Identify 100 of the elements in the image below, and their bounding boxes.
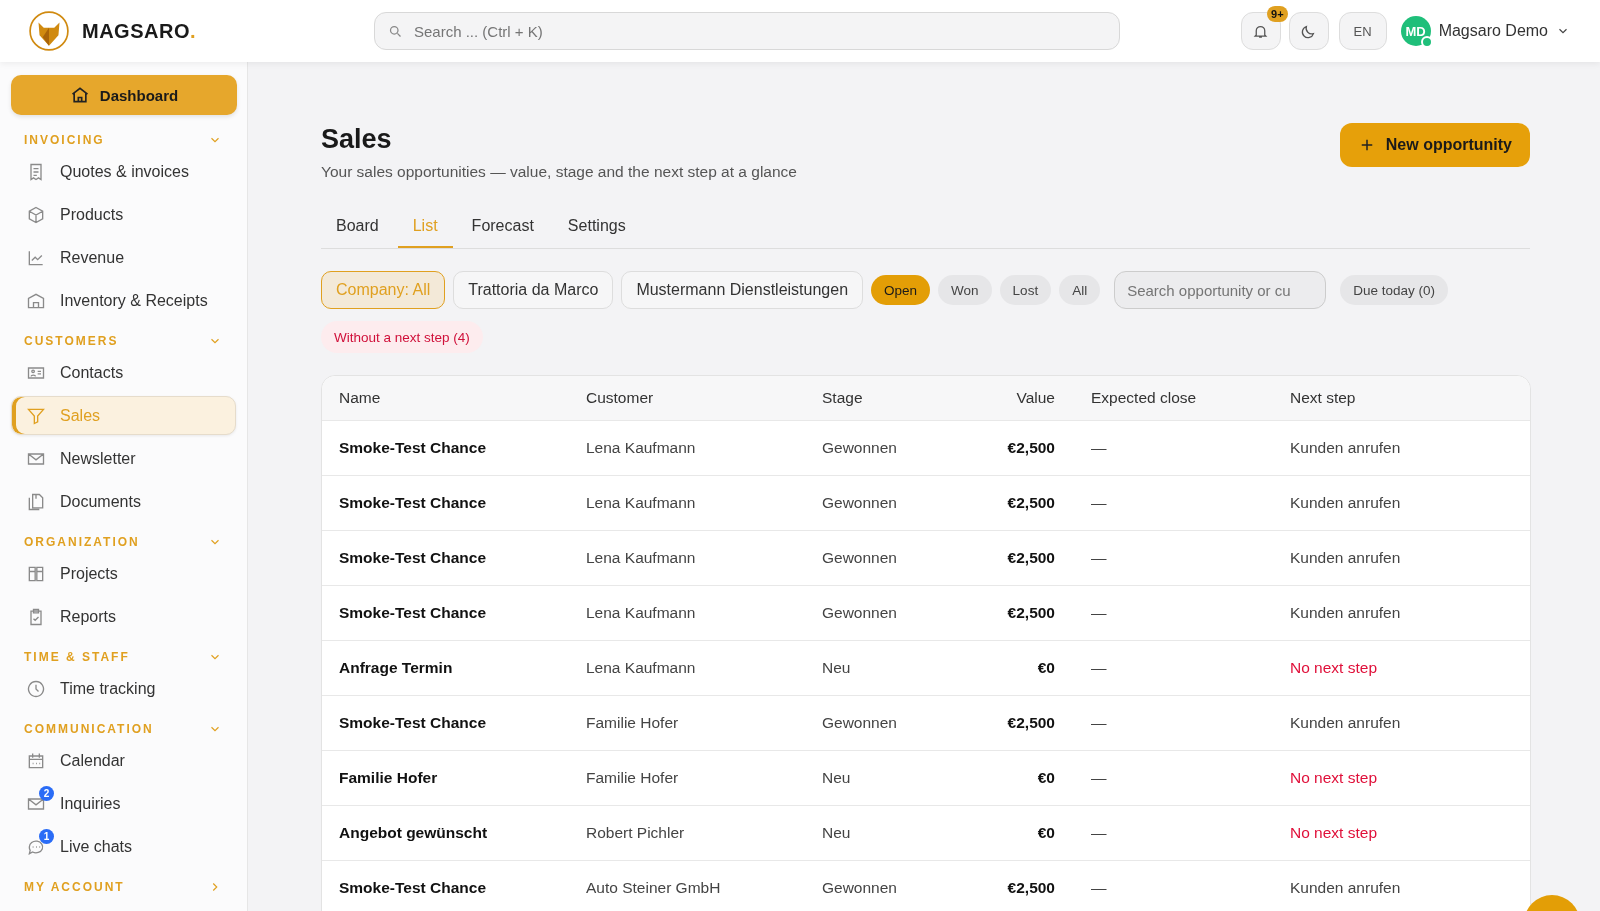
column-header: Expected close [1090, 389, 1198, 407]
table-cell-text: Kunden anrufen [1290, 439, 1402, 457]
docs-icon [26, 491, 46, 512]
table-row[interactable]: Familie Hofer Familie Hofer Neu €0 — No next step [322, 751, 1530, 806]
column-header: Next step [1290, 389, 1357, 407]
dashboard-button[interactable]: Dashboard [11, 75, 237, 115]
table-cell-text: No next step [1290, 659, 1379, 677]
table-cell-text: Lena Kaufmann [586, 549, 697, 567]
table-cell-text: Smoke-Test Chance [339, 494, 487, 512]
column-header: Stage [822, 389, 864, 407]
box-icon [26, 204, 46, 225]
table-cell-text: €0 [1036, 659, 1055, 677]
column-header: Name [339, 389, 382, 407]
table-row[interactable]: Smoke-Test Chance Lena Kaufmann Gewonnen €2,500 — Kunden anrufen [322, 586, 1530, 641]
table-cell-text: Kunden anrufen [1290, 604, 1402, 622]
table-cell-text: — [1090, 604, 1108, 622]
table-cell-text: €2,500 [1006, 439, 1055, 457]
sidebar-item[interactable]: Quotes & invoices [11, 152, 236, 191]
count-badge: 1 [39, 828, 54, 844]
table-cell-text: Kunden anrufen [1290, 879, 1402, 897]
tab[interactable]: Settings [552, 207, 641, 248]
new-opportunity-button[interactable]: New opportunity [1339, 123, 1530, 167]
table-cell-text: — [1090, 439, 1108, 457]
brand-name: MAGSARO. [82, 19, 196, 43]
table-cell-text: Familie Hofer [586, 714, 680, 732]
table-cell-text: Smoke-Test Chance [339, 714, 487, 732]
table-cell-text: Gewonnen [822, 549, 898, 567]
table-cell-text: €2,500 [1006, 879, 1055, 897]
sidebar-item[interactable]: Reports [11, 597, 236, 636]
due-today-filter[interactable]: Due today (0) [1340, 275, 1448, 305]
table-cell-text: Auto Steiner GmbH [586, 879, 722, 897]
company-filter[interactable]: Trattoria da Marco [453, 271, 614, 309]
table-cell-text: Smoke-Test Chance [339, 604, 487, 622]
notification-badge: 9+ [1267, 6, 1288, 22]
table-cell-text: €0 [1036, 769, 1055, 787]
table-cell-text: Gewonnen [822, 714, 898, 732]
table-cell-text: Anfrage Termin [339, 659, 454, 677]
table-row[interactable]: Smoke-Test Chance Familie Hofer Gewonnen €2,500 — Kunden anrufen [322, 696, 1530, 751]
sidebar-item[interactable]: Projects [11, 554, 236, 593]
table-cell-text: No next step [1290, 769, 1379, 787]
table-cell-text: Gewonnen [822, 879, 898, 897]
status-filter[interactable]: All [1059, 275, 1101, 305]
table-cell-text: — [1090, 769, 1108, 787]
status-filter[interactable]: Open [871, 275, 931, 305]
sidebar-item[interactable]: Products [11, 195, 236, 234]
language-button[interactable]: EN [1338, 12, 1387, 50]
table-cell-text: Lena Kaufmann [586, 439, 697, 457]
table-row[interactable]: Smoke-Test Chance Lena Kaufmann Gewonnen €2,500 — Kunden anrufen [322, 421, 1530, 476]
status-filter[interactable]: Won [938, 275, 992, 305]
sidebar-item[interactable]: Newsletter [11, 439, 236, 478]
count-badge: 2 [39, 785, 54, 801]
sidebar-item[interactable]: Time tracking [11, 669, 236, 708]
sidebar-item[interactable]: 2 Inquiries [11, 784, 236, 823]
table-cell-text: Lena Kaufmann [586, 659, 697, 677]
table-cell-text: €2,500 [1006, 549, 1055, 567]
search-field[interactable]: Search opportunity or cu [1114, 271, 1327, 309]
page-title: Sales [321, 124, 393, 155]
table-row[interactable]: Smoke-Test Chance Lena Kaufmann Gewonnen €2,500 — Kunden anrufen [322, 531, 1530, 586]
table-cell-text: Robert Pichler [586, 824, 686, 842]
table-cell-text: Lena Kaufmann [586, 494, 697, 512]
clock-icon [26, 678, 46, 699]
user-name[interactable]: Magsaro Demo [1438, 22, 1548, 40]
sidebar-item[interactable]: Revenue [11, 238, 236, 277]
sidebar-item[interactable]: Calendar [11, 741, 236, 780]
tab[interactable]: Board [321, 207, 394, 248]
table-cell-text: €0 [1036, 824, 1055, 842]
sidebar-item[interactable]: Contacts [11, 353, 236, 392]
table-cell-text: Lena Kaufmann [586, 604, 697, 622]
table-row[interactable]: Smoke-Test Chance Lena Kaufmann Gewonnen €2,500 — Kunden anrufen [322, 476, 1530, 531]
table-cell-text: Gewonnen [822, 494, 898, 512]
tab[interactable]: Forecast [456, 207, 549, 248]
home-icon [69, 85, 90, 105]
sidebar-item[interactable]: Documents [11, 482, 236, 521]
table-cell-text: Neu [822, 824, 852, 842]
table-row[interactable]: Angebot gewünscht Robert Pichler Neu €0 — No next step [322, 806, 1530, 861]
dark-mode-button[interactable] [1288, 12, 1329, 50]
table-cell-text: €2,500 [1006, 494, 1055, 512]
table-cell-text: Kunden anrufen [1290, 549, 1402, 567]
without-next-step-filter[interactable]: Without a next step (4) [321, 321, 483, 353]
sidebar-item[interactable]: Inventory & Receipts [11, 281, 236, 320]
table-cell-text: Neu [822, 769, 852, 787]
search-field[interactable]: Search ... (Ctrl + K) [374, 12, 1120, 50]
table-cell-text: — [1090, 549, 1108, 567]
table-cell-text: Gewonnen [822, 439, 898, 457]
page-subtitle: Your sales opportunities — value, stage and the next step at a glance [321, 163, 797, 181]
table-cell-text: Kunden anrufen [1290, 494, 1402, 512]
column-header: Value [1015, 389, 1055, 407]
table-cell-text: Familie Hofer [339, 769, 439, 787]
table-cell-text: Smoke-Test Chance [339, 439, 487, 457]
sidebar-item[interactable]: 1 Live chats [11, 827, 236, 866]
table-cell-text: Familie Hofer [586, 769, 680, 787]
table-row[interactable]: Anfrage Termin Lena Kaufmann Neu €0 — No next step [322, 641, 1530, 696]
table-cell-text: Angebot gewünscht [339, 824, 489, 842]
table-cell-text: — [1090, 659, 1108, 677]
table-cell-text: Neu [822, 659, 852, 677]
table-cell-text: — [1090, 494, 1108, 512]
column-header: Customer [586, 389, 655, 407]
status-filter[interactable]: Lost [999, 275, 1052, 305]
company-filter[interactable]: Mustermann Dienstleistungen [621, 271, 864, 309]
table-cell-text: Kunden anrufen [1290, 714, 1402, 732]
